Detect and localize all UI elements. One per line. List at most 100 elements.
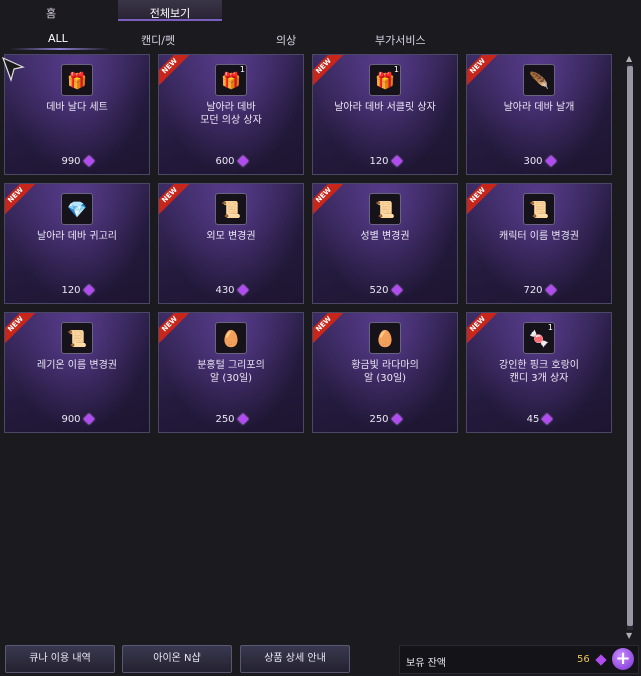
item-name: 강인한 핑크 호랑이 캔디 3개 상자 — [499, 360, 579, 384]
background-watermark-text-right — [448, 572, 618, 586]
gem-icon — [544, 284, 557, 296]
item-name: 날아라 데바 모던 의상 상자 — [200, 102, 262, 126]
gift-box-icon: 🎁 1 — [215, 64, 247, 96]
item-name: 날아라 데바 날개 — [503, 102, 575, 113]
new-badge: NEW — [467, 313, 500, 347]
ticket-icon: 📜 — [61, 322, 93, 354]
item-name: 레기온 이름 변경권 — [37, 360, 117, 371]
item-price-value: 120 — [61, 285, 81, 296]
item-price: 720 — [467, 284, 611, 296]
item-name: 분홍털 그리포의 알 (30일) — [197, 360, 265, 384]
new-badge: NEW — [5, 313, 38, 347]
new-badge: NEW — [313, 313, 346, 347]
new-badge: NEW — [159, 184, 192, 218]
new-badge: NEW — [313, 184, 346, 218]
item-price-value: 430 — [215, 285, 235, 296]
item-card[interactable]: NEW 🎁 1 날아라 데바 모던 의상 상자 600 — [158, 54, 304, 175]
item-price-value: 600 — [215, 156, 235, 167]
gem-icon — [390, 284, 403, 296]
item-price-value: 120 — [369, 156, 389, 167]
usage-history-button[interactable]: 큐나 이용 내역 — [5, 645, 115, 673]
mouse-cursor-icon — [1, 56, 25, 82]
tab-all[interactable]: ALL — [48, 32, 68, 45]
earring-icon: 💎 — [61, 193, 93, 225]
item-quantity: 1 — [393, 65, 399, 74]
product-detail-button[interactable]: 상품 상세 안내 — [240, 645, 350, 673]
item-price-value: 250 — [215, 414, 235, 425]
gem-icon — [236, 155, 249, 167]
item-card[interactable]: NEW 💎 날아라 데바 귀고리 120 — [4, 183, 150, 304]
gem-icon — [236, 413, 249, 425]
item-name: 날아라 데바 서클릿 상자 — [334, 102, 436, 113]
item-price-value: 900 — [61, 414, 81, 425]
ticket-icon: 📜 — [523, 193, 555, 225]
background-watermark-text — [28, 572, 328, 632]
egg-icon: 🥚 — [369, 322, 401, 354]
item-card[interactable]: NEW 🥚 황금빛 라다마의 알 (30일) 250 — [312, 312, 458, 433]
scroll-down-icon[interactable]: ▼ — [626, 631, 632, 640]
active-tab-indicator — [10, 48, 110, 50]
ticket-icon: 📜 — [369, 193, 401, 225]
tab-all-view[interactable]: 전체보기 — [118, 0, 222, 21]
gem-icon — [82, 284, 95, 296]
item-price: 250 — [159, 413, 303, 425]
gem-icon — [390, 413, 403, 425]
gem-icon — [595, 654, 607, 666]
new-badge: NEW — [467, 184, 500, 218]
category-tab-bar: ALL 캔디/펫 의상 부가서비스 — [0, 28, 641, 52]
item-card[interactable]: NEW 🥚 분홍털 그리포의 알 (30일) 250 — [158, 312, 304, 433]
item-price: 120 — [5, 284, 149, 296]
item-card[interactable]: NEW 📜 외모 변경권 430 — [158, 183, 304, 304]
tab-home[interactable]: 홈 — [46, 5, 56, 21]
scroll-up-icon[interactable]: ▲ — [626, 54, 632, 63]
tab-extra-service[interactable]: 부가서비스 — [375, 32, 426, 48]
gem-icon — [82, 413, 95, 425]
item-price: 990 — [5, 155, 149, 167]
gem-icon — [82, 155, 95, 167]
balance-panel: 보유 잔액 56 + — [399, 645, 639, 674]
wing-icon: 🪶 — [523, 64, 555, 96]
item-quantity: 1 — [239, 65, 245, 74]
item-name: 날아라 데바 귀고리 — [37, 231, 117, 242]
vertical-scrollbar[interactable]: ▲ ▼ — [625, 54, 636, 640]
new-badge: NEW — [159, 55, 192, 89]
balance-amount: 56 — [577, 654, 590, 665]
item-price: 45 — [467, 413, 611, 425]
item-quantity: 1 — [547, 323, 553, 332]
item-price: 600 — [159, 155, 303, 167]
item-name: 데바 날다 세트 — [46, 102, 108, 113]
item-card[interactable]: NEW 📜 성별 변경권 520 — [312, 183, 458, 304]
new-badge: NEW — [5, 184, 38, 218]
item-card[interactable]: NEW 📜 캐릭터 이름 변경권 720 — [466, 183, 612, 304]
item-price: 300 — [467, 155, 611, 167]
item-card[interactable]: NEW 🎁 1 날아라 데바 서클릿 상자 120 — [312, 54, 458, 175]
item-price: 430 — [159, 284, 303, 296]
tab-candy-pet[interactable]: 캔디/펫 — [141, 32, 175, 48]
item-price: 120 — [313, 155, 457, 167]
item-price-value: 250 — [369, 414, 389, 425]
scroll-thumb[interactable] — [627, 66, 633, 626]
tab-costume[interactable]: 의상 — [276, 32, 296, 48]
gift-set-icon: 🎁 — [61, 64, 93, 96]
aion-nshop-button[interactable]: 아이온 N샵 — [122, 645, 232, 673]
new-badge: NEW — [313, 55, 346, 89]
item-card[interactable]: NEW 🪶 날아라 데바 날개 300 — [466, 54, 612, 175]
item-price-value: 45 — [526, 414, 540, 425]
gem-icon — [390, 155, 403, 167]
new-badge: NEW — [467, 55, 500, 89]
item-card[interactable]: NEW 🍬 1 강인한 핑크 호랑이 캔디 3개 상자 45 — [466, 312, 612, 433]
gem-icon — [541, 413, 554, 425]
item-price: 900 — [5, 413, 149, 425]
add-balance-button[interactable]: + — [612, 648, 634, 670]
item-price: 520 — [313, 284, 457, 296]
top-tab-bar: 홈 전체보기 — [0, 0, 641, 26]
balance-label: 보유 잔액 — [406, 658, 446, 669]
new-badge: NEW — [159, 313, 192, 347]
gift-box-icon: 🎁 1 — [369, 64, 401, 96]
item-price-value: 300 — [523, 156, 543, 167]
item-card[interactable]: NEW 📜 레기온 이름 변경권 900 — [4, 312, 150, 433]
item-name: 황금빛 라다마의 알 (30일) — [351, 360, 419, 384]
item-card[interactable]: 🎁 데바 날다 세트 990 — [4, 54, 150, 175]
candy-box-icon: 🍬 1 — [523, 322, 555, 354]
gem-icon — [236, 284, 249, 296]
